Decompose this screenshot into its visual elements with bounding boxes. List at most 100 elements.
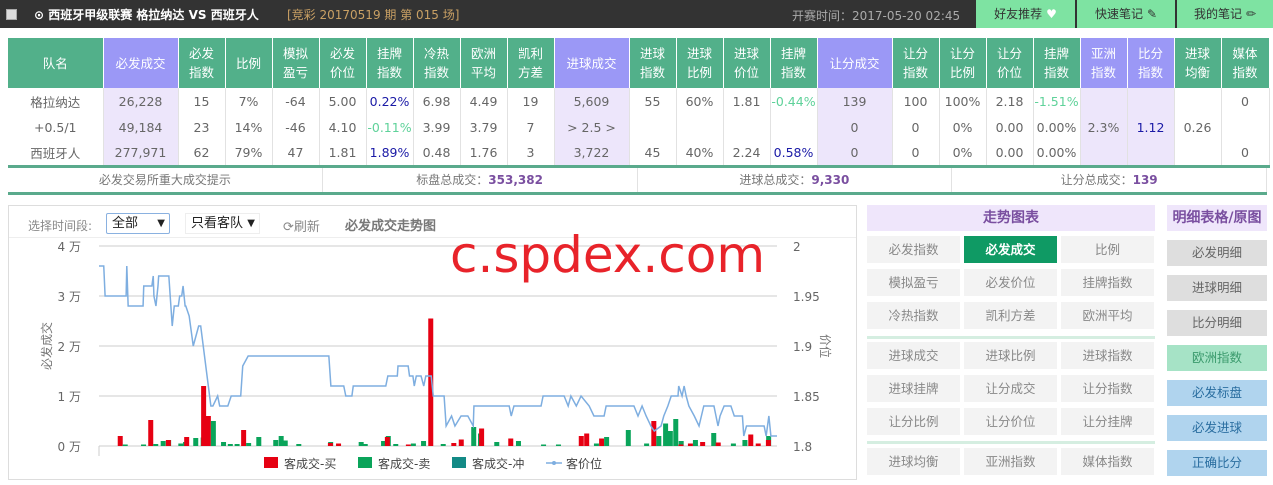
price-line xyxy=(99,265,777,437)
column-header: 让分成交 xyxy=(817,38,893,88)
bar-sell xyxy=(160,441,166,446)
period-select[interactable]: 全部 ▼ xyxy=(106,213,170,234)
bar-sell xyxy=(730,443,736,446)
column-header: 模拟 盈亏 xyxy=(272,38,320,88)
column-header: 进球 比例 xyxy=(676,38,724,88)
legend-label: 客成交-买 xyxy=(284,456,336,471)
trend-button[interactable]: 进球比例 xyxy=(964,342,1057,369)
table-cell: 0% xyxy=(939,140,987,168)
table-cell: 40% xyxy=(676,140,724,168)
bar-buy xyxy=(765,440,771,446)
trend-button[interactable]: 必发指数 xyxy=(867,236,960,263)
trend-button[interactable]: 让分指数 xyxy=(1061,375,1154,402)
table-cell xyxy=(770,114,818,140)
trend-button[interactable]: 模拟盈亏 xyxy=(867,269,960,296)
table-cell xyxy=(1080,88,1128,114)
table-cell: 4.10 xyxy=(319,114,367,140)
trend-button[interactable]: 欧洲平均 xyxy=(1061,302,1154,329)
bar-buy xyxy=(700,442,706,446)
trend-button[interactable]: 凯利方差 xyxy=(964,302,1057,329)
bar-buy xyxy=(327,443,333,446)
trend-button[interactable]: 让分价位 xyxy=(964,408,1057,435)
y2-axis-title: 价位 xyxy=(818,334,833,358)
bar-sell xyxy=(282,440,288,446)
detail-button[interactable]: 比分明细 xyxy=(1167,310,1267,336)
trend-button[interactable]: 让分比例 xyxy=(867,408,960,435)
bar-sell xyxy=(227,444,233,446)
trend-button[interactable]: 必发价位 xyxy=(964,269,1057,296)
y2-tick-label: 1.85 xyxy=(793,390,820,404)
detail-button[interactable]: 必发进球 xyxy=(1167,415,1267,441)
y-tick-label: 2 万 xyxy=(58,340,81,354)
handicap-total-label: 让分总成交： xyxy=(1060,173,1133,187)
bar-buy xyxy=(578,436,584,446)
my-notes-button[interactable]: 我的笔记 ✏ xyxy=(1177,0,1273,28)
bar-buy xyxy=(678,444,684,446)
y2-tick-label: 1.9 xyxy=(793,340,812,354)
trend-button[interactable]: 比例 xyxy=(1061,236,1154,263)
y2-tick-label: 2 xyxy=(793,240,801,254)
trend-button[interactable]: 让分成交 xyxy=(964,375,1057,402)
table-cell: 23 xyxy=(178,114,226,140)
trend-button[interactable]: 进球均衡 xyxy=(867,448,960,475)
table-cell: 西班牙人 xyxy=(8,140,104,168)
detail-button[interactable]: 进球明细 xyxy=(1167,275,1267,301)
detail-panel-title: 明细表格/原图 xyxy=(1167,205,1267,231)
table-cell: 0 xyxy=(892,114,940,140)
bar-buy xyxy=(687,443,693,446)
table-cell xyxy=(723,114,771,140)
bar-sell xyxy=(296,444,302,446)
column-header: 比例 xyxy=(225,38,273,88)
select-checkbox[interactable] xyxy=(6,9,17,20)
bar-buy xyxy=(715,442,721,446)
column-header: 队名 xyxy=(8,38,104,88)
team-select[interactable]: 只看客队 ▼ xyxy=(185,213,260,234)
bar-buy xyxy=(479,428,485,446)
table-cell: 0.48 xyxy=(413,140,461,168)
trend-button[interactable]: 进球挂牌 xyxy=(867,375,960,402)
handicap-total: 让分总成交：139 xyxy=(952,168,1267,192)
detail-button[interactable]: 必发标盘 xyxy=(1167,380,1267,406)
column-header: 挂牌 指数 xyxy=(770,38,818,88)
table-cell xyxy=(1127,88,1175,114)
quick-note-button[interactable]: 快速笔记 ✎ xyxy=(1077,0,1175,28)
table-cell: 0.00% xyxy=(1033,114,1081,140)
table-cell: 14% xyxy=(225,114,273,140)
start-time: 开赛时间：2017-05-20 02:45 xyxy=(792,9,961,23)
bar-buy xyxy=(584,433,590,446)
table-cell: 0.00 xyxy=(986,114,1034,140)
bar-sell xyxy=(494,442,500,446)
trend-button[interactable]: 冷热指数 xyxy=(867,302,960,329)
refresh-button[interactable]: ⟳刷新 xyxy=(283,216,320,235)
trend-button[interactable]: 媒体指数 xyxy=(1061,448,1154,475)
table-row: +0.5/1 49,184 23 14% -46 4.10 -0.11% 3.99 3.79 7 >… xyxy=(8,114,1270,140)
trend-button[interactable]: 让分挂牌 xyxy=(1061,408,1154,435)
bar-sell xyxy=(178,443,184,446)
table-cell: 3.79 xyxy=(460,114,508,140)
trend-button[interactable]: 必发成交 xyxy=(964,236,1057,263)
trend-button[interactable]: 挂牌指数 xyxy=(1061,269,1154,296)
trend-button[interactable]: 进球指数 xyxy=(1061,342,1154,369)
table-cell: 7% xyxy=(225,88,273,114)
bar-sell xyxy=(273,440,279,446)
legend-label: 客成交-冲 xyxy=(472,456,524,471)
detail-button[interactable]: 正确比分 xyxy=(1167,450,1267,476)
table-cell: 0 xyxy=(817,114,893,140)
trend-button[interactable]: 亚洲指数 xyxy=(964,448,1057,475)
table-cell: 3,722 xyxy=(554,140,630,168)
column-header: 比分 指数 xyxy=(1127,38,1175,88)
y-axis-title: 必发成交 xyxy=(39,322,54,370)
table-cell: 0.22% xyxy=(366,88,414,114)
table-cell: 1.76 xyxy=(460,140,508,168)
detail-button[interactable]: 欧洲指数 xyxy=(1167,345,1267,371)
recommend-friend-button[interactable]: 好友推荐 ♥ xyxy=(976,0,1075,28)
table-cell: 26,228 xyxy=(103,88,179,114)
bar-sell xyxy=(122,444,128,446)
trend-button[interactable]: 进球成交 xyxy=(867,342,960,369)
table-cell: 60% xyxy=(676,88,724,114)
trend-panel-title: 走势图表 xyxy=(867,205,1155,231)
column-header: 欧洲 平均 xyxy=(460,38,508,88)
table-cell: -1.51% xyxy=(1033,88,1081,114)
table-cell xyxy=(1174,140,1222,168)
detail-button[interactable]: 必发明细 xyxy=(1167,240,1267,266)
